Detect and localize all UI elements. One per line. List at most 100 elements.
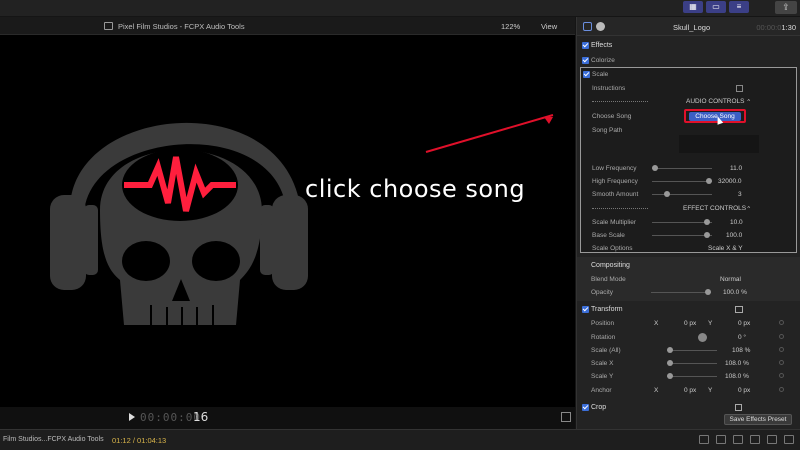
scale-all-knob[interactable] <box>667 347 673 353</box>
scale-all-label: Scale (All) <box>591 347 621 354</box>
high-frequency-label: High Frequency <box>592 178 638 185</box>
timeline-toggle-icon[interactable]: ▭ <box>706 1 726 13</box>
play-icon[interactable] <box>129 413 135 421</box>
scale-row[interactable]: Scale <box>578 68 800 81</box>
audio-controls-chevron-icon[interactable]: ⌃ <box>746 98 751 106</box>
audio-controls-row[interactable]: AUDIO CONTROLS ⌃ <box>578 95 800 108</box>
position-x-label: X <box>654 320 659 327</box>
inspector-toggle-icon[interactable]: ≡ <box>729 1 749 13</box>
keyframe-dot[interactable] <box>779 347 784 352</box>
audio-controls-label: AUDIO CONTROLS <box>686 98 745 105</box>
opacity-slider[interactable] <box>651 292 711 293</box>
effect-controls-chevron-icon[interactable]: ⌃ <box>746 205 751 213</box>
instructions-row: Instructions <box>578 82 800 95</box>
inspector-header: Skull_Logo 00:00:01:30 <box>577 17 800 36</box>
scale-checkbox[interactable] <box>583 71 590 78</box>
scale-x-slider[interactable] <box>667 363 717 364</box>
top-toolbar: ▦ ▭ ≡ ⇪ <box>0 0 800 16</box>
film-icon <box>104 22 113 30</box>
scale-x-value[interactable]: 108.0 % <box>725 360 749 367</box>
transform-section[interactable]: Transform <box>577 303 800 316</box>
effects-label: Effects <box>591 42 613 49</box>
scale-all-value[interactable]: 108 % <box>732 347 750 354</box>
song-path-field[interactable] <box>679 135 759 153</box>
position-y-value[interactable]: 0 px <box>738 320 750 327</box>
view-menu[interactable]: View <box>541 22 557 31</box>
colorize-row[interactable]: Colorize <box>577 54 800 67</box>
anchor-y-value[interactable]: 0 px <box>738 387 750 394</box>
video-viewer[interactable]: click choose song <box>0 35 575 407</box>
scale-multiplier-knob[interactable] <box>704 219 710 225</box>
smooth-amount-slider[interactable] <box>652 194 712 195</box>
transform-checkbox[interactable] <box>582 306 589 313</box>
high-frequency-value[interactable]: 32000.0 <box>718 178 742 185</box>
colorize-checkbox[interactable] <box>582 57 589 64</box>
blend-mode-dropdown[interactable]: Normal <box>720 276 741 283</box>
low-frequency-value[interactable]: 11.0 <box>730 165 742 172</box>
clip-appearance-icon[interactable] <box>767 435 777 444</box>
high-frequency-slider[interactable] <box>652 181 712 182</box>
headphones-icon[interactable] <box>733 435 743 444</box>
scale-options-dropdown[interactable]: Scale X & Y <box>708 245 743 252</box>
opacity-value[interactable]: 100.0 % <box>723 289 747 296</box>
scale-y-knob[interactable] <box>667 373 673 379</box>
smooth-amount-value[interactable]: 3 <box>738 191 742 198</box>
smooth-amount-label: Smooth Amount <box>592 191 639 198</box>
low-frequency-knob[interactable] <box>652 165 658 171</box>
base-scale-value[interactable]: 100.0 <box>726 232 742 239</box>
keyframe-dot[interactable] <box>779 334 784 339</box>
rotation-dial-icon[interactable] <box>698 333 707 342</box>
skimming-icon[interactable] <box>716 435 726 444</box>
position-x-value[interactable]: 0 px <box>684 320 696 327</box>
scale-multiplier-slider[interactable] <box>652 222 712 223</box>
duration-value: 1:30 <box>781 23 796 32</box>
high-frequency-knob[interactable] <box>706 178 712 184</box>
save-effects-preset-button[interactable]: Save Effects Preset <box>724 414 792 425</box>
scale-multiplier-label: Scale Multiplier <box>592 219 637 226</box>
effect-controls-row[interactable]: EFFECT CONTROLS ⌃ <box>578 202 800 215</box>
scale-y-slider[interactable] <box>667 376 717 377</box>
keyframe-dot[interactable] <box>779 373 784 378</box>
fullscreen-icon[interactable] <box>561 412 571 422</box>
snapping-icon[interactable] <box>750 435 760 444</box>
scale-y-value[interactable]: 108.0 % <box>725 373 749 380</box>
keyframe-dot[interactable] <box>779 320 784 325</box>
base-scale-slider[interactable] <box>652 235 712 236</box>
anchor-row: Anchor X 0 px Y 0 px <box>577 384 800 397</box>
share-icon[interactable]: ⇪ <box>775 1 797 14</box>
library-toggle-icon[interactable]: ▦ <box>683 1 703 13</box>
compositing-header[interactable]: Compositing <box>577 259 800 272</box>
scale-multiplier-value[interactable]: 10.0 <box>730 219 743 226</box>
audio-meter-icon[interactable] <box>699 435 709 444</box>
scale-all-slider[interactable] <box>667 350 717 351</box>
instructions-checkbox[interactable] <box>736 85 743 92</box>
crop-onscreen-icon[interactable] <box>735 404 742 411</box>
transform-onscreen-icon[interactable] <box>735 306 743 313</box>
position-y-label: Y <box>708 320 713 327</box>
crop-section[interactable]: Crop <box>577 401 800 414</box>
keyframe-dot[interactable] <box>779 387 784 392</box>
zoom-dropdown[interactable]: 122% <box>501 22 520 31</box>
scale-x-knob[interactable] <box>667 360 673 366</box>
separator <box>592 208 648 209</box>
effects-checkbox[interactable] <box>582 42 589 49</box>
crop-checkbox[interactable] <box>582 404 589 411</box>
low-frequency-row: Low Frequency 11.0 <box>578 162 800 175</box>
scale-y-row: Scale Y 108.0 % <box>577 370 800 383</box>
smooth-amount-knob[interactable] <box>664 191 670 197</box>
low-frequency-slider[interactable] <box>652 168 712 169</box>
opacity-knob[interactable] <box>705 289 711 295</box>
project-name: Film Studios...FCPX Audio Tools <box>3 436 104 443</box>
base-scale-label: Base Scale <box>592 232 625 239</box>
anchor-x-value[interactable]: 0 px <box>684 387 696 394</box>
scale-effect-group: Scale Instructions AUDIO CONTROLS ⌃ Choo… <box>580 67 797 253</box>
playback-bar: 00:00:00 16 <box>0 407 575 429</box>
blend-mode-row: Blend Mode Normal <box>577 273 800 286</box>
rotation-value[interactable]: 0 ° <box>738 334 746 341</box>
effects-section[interactable]: Effects <box>577 39 800 52</box>
keyframe-dot[interactable] <box>779 360 784 365</box>
video-inspector-icon[interactable] <box>583 22 592 31</box>
zoom-icon[interactable] <box>784 435 794 444</box>
info-icon[interactable] <box>596 22 605 31</box>
base-scale-knob[interactable] <box>704 232 710 238</box>
